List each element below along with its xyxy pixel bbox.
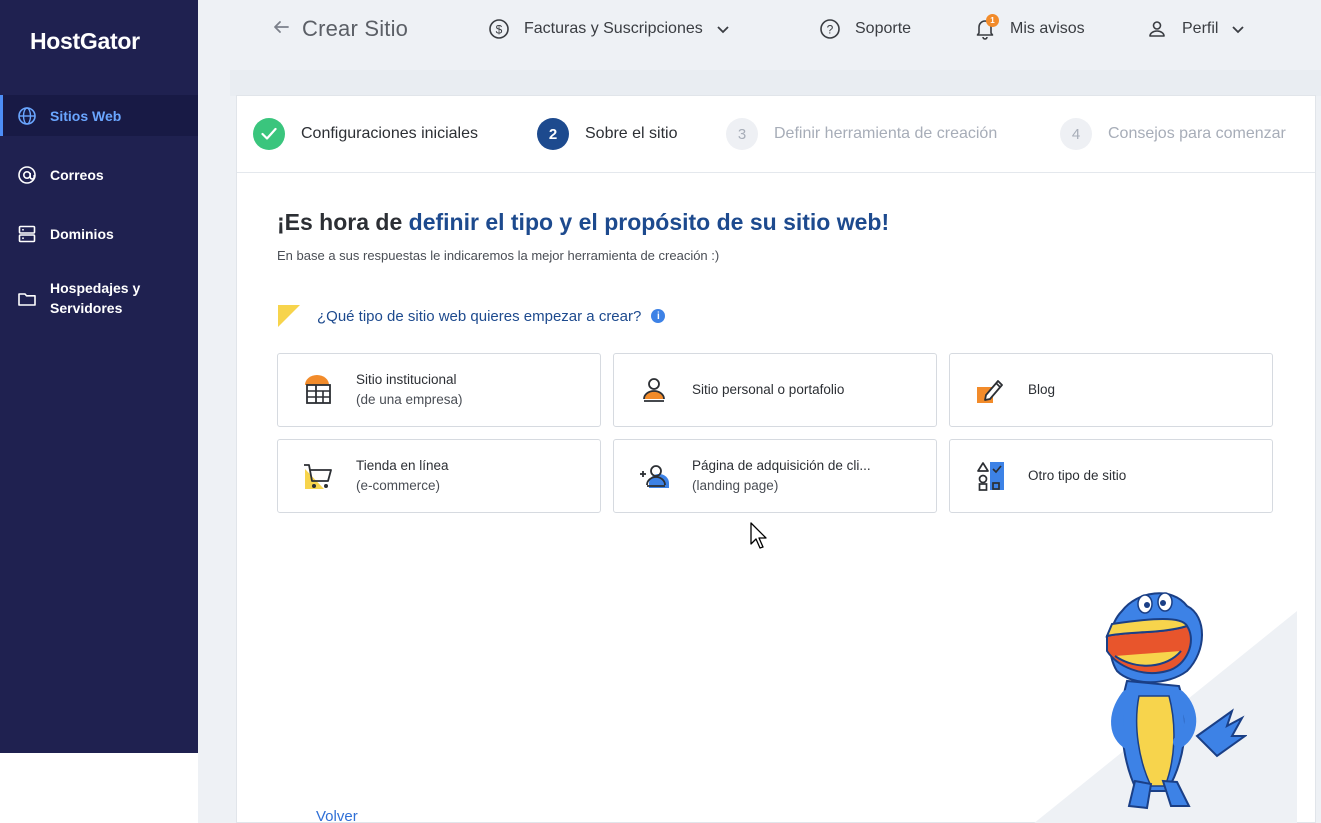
sidebar-item-sitios-web[interactable]: Sitios Web: [0, 95, 198, 136]
option-label: Tienda en línea (e-commerce): [356, 456, 449, 496]
cart-icon: [304, 464, 332, 489]
content-top-strip: [230, 70, 1321, 96]
back-to-previous[interactable]: Crear Sitio: [272, 16, 408, 42]
add-person-icon: [640, 465, 669, 488]
folder-icon: [17, 289, 37, 309]
user-icon: [1146, 18, 1168, 40]
page-heading: ¡Es hora de definir el tipo y el propósi…: [277, 209, 889, 236]
heading-prefix: ¡Es hora de: [277, 209, 409, 235]
sidebar-item-label: Dominios: [50, 225, 114, 242]
pencil-icon: [977, 380, 1003, 403]
person-icon: [643, 378, 665, 402]
notices-link[interactable]: 1 Mis avisos: [974, 14, 1085, 40]
option-title: Blog: [1028, 382, 1056, 397]
option-title: Página de adquisición de cli...: [692, 458, 871, 473]
option-blog[interactable]: Blog: [949, 353, 1273, 427]
support-link[interactable]: ? Soporte: [819, 18, 911, 40]
profile-menu[interactable]: Perfil: [1146, 18, 1245, 40]
question-text: ¿Qué tipo de sitio web quieres empezar a…: [317, 307, 642, 325]
create-site-card: Configuraciones iniciales 2 Sobre el sit…: [236, 95, 1316, 823]
step-sobre-el-sitio[interactable]: 2 Sobre el sitio: [537, 118, 678, 150]
option-sitio-personal[interactable]: Sitio personal o portafolio: [613, 353, 937, 427]
server-icon: [17, 224, 37, 244]
step-definir-herramienta[interactable]: 3 Definir herramienta de creación: [726, 118, 997, 150]
dollar-circle-icon: $: [488, 18, 510, 40]
mouse-cursor: [750, 522, 767, 549]
triangle-flag-icon: [278, 305, 300, 327]
globe-icon: [17, 106, 37, 126]
option-title: Sitio personal o portafolio: [692, 382, 845, 397]
option-title: Otro tipo de sitio: [1028, 468, 1127, 483]
step-number: 4: [1060, 118, 1092, 150]
billing-label: Facturas y Suscripciones: [524, 20, 703, 37]
profile-label: Perfil: [1182, 20, 1219, 37]
info-icon[interactable]: i: [651, 309, 666, 323]
page-title: Crear Sitio: [302, 16, 409, 41]
svg-text:$: $: [496, 23, 503, 37]
billing-menu[interactable]: $ Facturas y Suscripciones: [488, 18, 729, 40]
sidebar-footer-area: [0, 753, 198, 823]
step-number: 2: [537, 118, 569, 150]
question-circle-icon: ?: [819, 18, 841, 40]
page-subheading: En base a sus respuestas le indicaremos …: [277, 248, 720, 263]
option-sitio-institucional[interactable]: Sitio institucional (de una empresa): [277, 353, 601, 427]
step-configuraciones-iniciales[interactable]: Configuraciones iniciales: [253, 118, 478, 150]
step-number: 3: [726, 118, 758, 150]
option-subtitle: (e-commerce): [356, 478, 441, 493]
notification-count-badge: 1: [986, 14, 999, 27]
step-label: Configuraciones iniciales: [301, 125, 478, 142]
option-label: Página de adquisición de cli... (landing …: [692, 456, 871, 496]
back-link[interactable]: Volver: [316, 808, 358, 823]
sidebar: HostGator Sitios Web Correos Dominios Ho…: [0, 0, 198, 823]
option-label: Otro tipo de sitio: [1028, 466, 1126, 486]
sidebar-item-label: Correos: [50, 166, 104, 183]
svg-text:?: ?: [827, 23, 834, 37]
sidebar-item-label: Hospedajes y Servidores: [50, 280, 141, 316]
arrow-left-icon: [272, 16, 290, 42]
sidebar-item-label: Sitios Web: [50, 107, 122, 124]
option-subtitle: (landing page): [692, 478, 779, 493]
step-consejos[interactable]: 4 Consejos para comenzar: [1060, 118, 1286, 150]
sidebar-item-correos[interactable]: Correos: [0, 154, 198, 195]
option-subtitle: (de una empresa): [356, 392, 463, 407]
brand-logo[interactable]: HostGator: [30, 28, 140, 55]
bell-icon: 1: [974, 14, 999, 40]
option-landing-page[interactable]: Página de adquisición de cli... (landing …: [613, 439, 937, 513]
option-title: Tienda en línea: [356, 458, 449, 473]
at-icon: [17, 165, 37, 185]
heading-highlight: definir el tipo y el propósito de su sit…: [408, 209, 890, 235]
step-label: Sobre el sitio: [585, 125, 678, 142]
sidebar-item-hospedajes[interactable]: Hospedajes y Servidores: [0, 276, 198, 322]
shapes-icon: [977, 462, 1004, 491]
option-title: Sitio institucional: [356, 372, 457, 387]
gator-mascot-illustration: [1105, 592, 1247, 810]
step-label: Consejos para comenzar: [1108, 125, 1286, 142]
sidebar-item-dominios[interactable]: Dominios: [0, 213, 198, 254]
top-bar: Crear Sitio $ Facturas y Suscripciones ?…: [198, 0, 1321, 70]
check-icon: [253, 118, 285, 150]
option-tienda-en-linea[interactable]: Tienda en línea (e-commerce): [277, 439, 601, 513]
step-label: Definir herramienta de creación: [774, 125, 998, 142]
chevron-down-icon: [717, 22, 729, 37]
chevron-down-icon: [1232, 22, 1245, 37]
option-label: Blog: [1028, 380, 1055, 400]
option-otro-tipo[interactable]: Otro tipo de sitio: [949, 439, 1273, 513]
site-type-question: ¿Qué tipo de sitio web quieres empezar a…: [277, 304, 666, 328]
stepper: Configuraciones iniciales 2 Sobre el sit…: [237, 96, 1315, 173]
building-icon: [305, 375, 331, 404]
notices-label: Mis avisos: [1010, 20, 1085, 37]
option-label: Sitio personal o portafolio: [692, 380, 844, 400]
support-label: Soporte: [855, 20, 912, 37]
option-label: Sitio institucional (de una empresa): [356, 370, 463, 410]
